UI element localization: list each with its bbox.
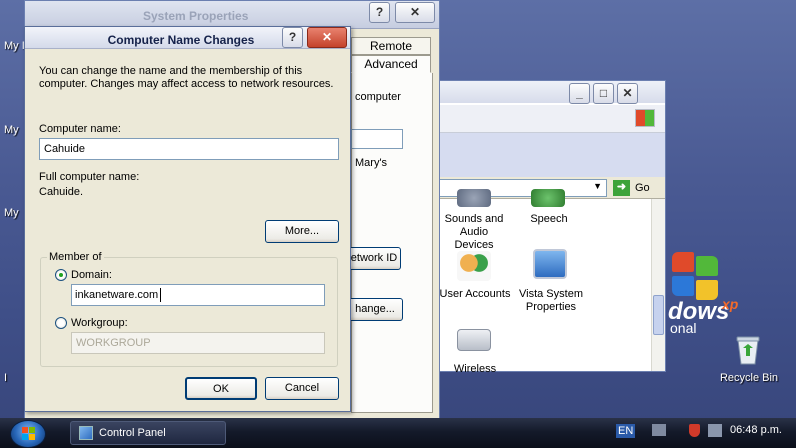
control-panel-icon [79,426,93,440]
ok-button[interactable]: OK [185,377,257,400]
wireless-icon[interactable] [457,329,491,351]
speech-icon[interactable] [531,189,565,207]
computer-name-value: Cahuide [44,143,85,155]
domain-label[interactable]: Domain: [71,269,112,281]
full-name-value: Cahuide. [39,186,84,198]
computer-name-field[interactable]: Cahuide [39,138,339,160]
cp-item-label[interactable]: Sounds and Audio Devices [439,213,509,252]
recycle-bin-icon[interactable] [733,334,763,366]
xp-logo: dows xp onal [668,250,768,340]
sidebar-strip [439,133,665,177]
close-button[interactable]: ✕ [307,27,347,48]
users-icon[interactable] [457,251,491,281]
speaker-icon[interactable] [457,189,491,207]
recycle-bin-label[interactable]: Recycle Bin [716,372,782,384]
computer-description-field[interactable] [351,129,403,149]
maximize-button[interactable]: □ [593,83,614,104]
tab-panel [351,73,433,413]
scrollbar-thumb[interactable] [653,295,664,335]
network-id-button[interactable]: etwork ID [347,247,401,270]
change-button[interactable]: hange... [347,298,403,321]
help-button[interactable]: ? [369,2,390,23]
tab-remote[interactable]: Remote [351,37,431,55]
cp-item-label[interactable]: Vista System Properties [517,288,585,314]
taskbar-item-label: Control Panel [99,427,166,439]
cp-item-label[interactable]: User Accounts [439,288,511,301]
security-shield-icon[interactable] [689,424,700,437]
xp-flag-red [672,252,694,272]
desktop-icon-label[interactable]: I [4,372,7,384]
toolbar-strip [439,105,665,133]
more-button[interactable]: More... [265,220,339,243]
desktop-icon-label[interactable]: My [4,124,19,136]
desktop-icon-label[interactable]: My I [4,40,25,52]
computer-name-changes-dialog: Computer Name Changes ? ✕ You can change… [24,26,351,412]
help-button[interactable]: ? [282,27,303,48]
close-button[interactable]: ✕ [617,83,638,104]
xp-flag-green [696,256,718,276]
dialog-title: Computer Name Changes [107,33,255,47]
workgroup-label[interactable]: Workgroup: [71,317,128,329]
go-label[interactable]: Go [635,182,650,194]
computer-name-label: Computer name: [39,123,121,135]
tab-advanced[interactable]: Advanced [351,55,431,73]
cp-item-label[interactable]: Wireless [439,363,511,372]
member-of-label: Member of [47,251,104,263]
start-button[interactable] [10,420,46,448]
domain-input[interactable]: inkanetware.com [71,284,325,306]
window-title: System Properties [143,9,249,23]
description-text: computer [355,91,401,103]
workgroup-value: WORKGROUP [76,337,151,349]
description-text: Mary's [355,157,388,169]
go-arrow-icon[interactable]: ➜ [613,180,630,196]
xp-logo-sup: xp [722,296,739,312]
taskbar-item-control-panel[interactable]: Control Panel [70,421,226,445]
domain-value: inkanetware.com [75,289,159,301]
network-icon[interactable] [652,424,666,436]
tray-app-icon[interactable] [708,424,722,437]
vertical-scrollbar[interactable] [651,199,665,371]
xp-logo-sub: onal [670,320,697,336]
workgroup-input[interactable]: WORKGROUP [71,332,325,354]
windows-logo-icon [635,109,655,127]
text-cursor [160,288,161,302]
clock[interactable]: 06:48 p.m. [730,424,782,436]
windows-flag-icon [22,427,35,440]
minimize-button[interactable]: _ [569,83,590,104]
cp-item-label[interactable]: Speech [519,213,579,226]
domain-radio[interactable] [55,269,67,281]
xp-flag-blue [672,276,694,296]
desktop-icon-label[interactable]: My [4,207,19,219]
language-indicator[interactable]: EN [616,424,636,438]
cancel-button[interactable]: Cancel [265,377,339,400]
full-name-label: Full computer name: [39,171,140,183]
xp-flag-yellow [696,280,718,300]
close-button[interactable]: ✕ [395,2,435,23]
computer-icon[interactable] [533,249,567,279]
chevron-down-icon[interactable]: ▼ [593,181,602,191]
intro-text: You can change the name and the membersh… [39,65,334,90]
workgroup-radio[interactable] [55,317,67,329]
control-panel-window: _ □ ✕ ▼ ➜ Go Sounds and Audio Devices Sp… [438,80,666,372]
